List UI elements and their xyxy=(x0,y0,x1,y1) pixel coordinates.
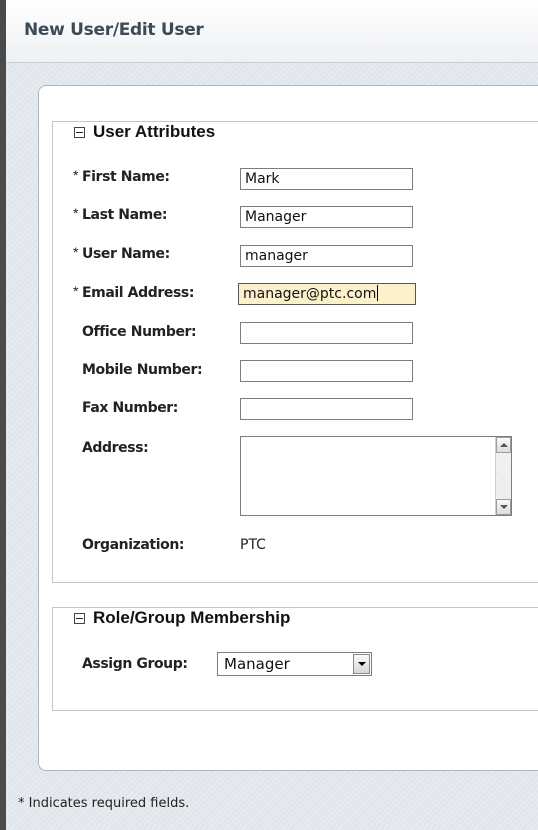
email-address-value: manager@ptc.com xyxy=(243,286,377,302)
address-scrollbar[interactable] xyxy=(495,437,511,515)
email-address-field[interactable]: manager@ptc.com xyxy=(238,283,416,305)
role-group-legend[interactable]: Role/Group Membership xyxy=(70,608,297,628)
collapse-icon[interactable] xyxy=(74,126,85,138)
first-name-label: First Name: xyxy=(82,169,170,185)
required-marker: * xyxy=(73,167,79,183)
arrow-down-icon xyxy=(500,505,508,509)
last-name-label: Last Name: xyxy=(82,207,168,223)
assign-group-select[interactable]: Manager xyxy=(217,652,372,676)
assign-group-selected-value: Manager xyxy=(224,655,290,673)
window-title: New User/Edit User xyxy=(24,20,204,40)
organization-label: Organization: xyxy=(82,537,185,553)
last-name-field[interactable]: Manager xyxy=(240,206,413,228)
assign-group-label: Assign Group: xyxy=(82,656,188,672)
user-name-label: User Name: xyxy=(82,246,170,262)
office-number-label: Office Number: xyxy=(82,324,197,340)
required-marker: * xyxy=(73,205,79,221)
dropdown-button[interactable] xyxy=(353,654,370,674)
scroll-up-button[interactable] xyxy=(496,437,511,453)
collapse-icon[interactable] xyxy=(74,612,85,624)
organization-value: PTC xyxy=(240,537,266,553)
user-attributes-legend[interactable]: User Attributes xyxy=(70,122,222,142)
arrow-up-icon xyxy=(500,443,508,447)
chevron-down-icon xyxy=(358,662,366,666)
window-header: New User/Edit User xyxy=(6,0,538,63)
user-name-field[interactable]: manager xyxy=(240,245,413,267)
text-caret xyxy=(377,285,379,301)
scroll-down-button[interactable] xyxy=(496,499,511,515)
user-attributes-title: User Attributes xyxy=(93,122,216,141)
fax-number-label: Fax Number: xyxy=(82,400,178,416)
address-textarea[interactable] xyxy=(240,436,512,516)
office-number-field[interactable] xyxy=(240,322,413,344)
required-fields-note: * Indicates required fields. xyxy=(18,796,190,811)
role-group-title: Role/Group Membership xyxy=(93,608,291,627)
email-address-label: Email Address: xyxy=(82,285,195,301)
mobile-number-label: Mobile Number: xyxy=(82,362,203,378)
first-name-field[interactable]: Mark xyxy=(240,168,413,190)
address-label: Address: xyxy=(82,440,149,456)
mobile-number-field[interactable] xyxy=(240,360,413,382)
required-marker: * xyxy=(73,283,79,299)
fax-number-field[interactable] xyxy=(240,398,413,420)
required-marker: * xyxy=(73,244,79,260)
